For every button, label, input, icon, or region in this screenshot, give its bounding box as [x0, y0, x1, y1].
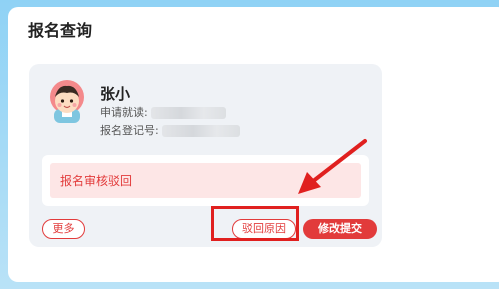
highlight-box — [211, 206, 299, 241]
avatar-icon — [50, 80, 84, 123]
registration-number-label: 报名登记号: — [100, 124, 159, 137]
registration-number-value-redacted — [161, 125, 240, 137]
apply-school-line: 申请就读: — [100, 104, 226, 120]
pointer-arrow-icon — [298, 139, 367, 194]
more-button[interactable]: 更多 — [42, 219, 85, 239]
apply-school-label: 申请就读: — [100, 106, 148, 119]
apply-school-value-redacted — [150, 107, 226, 119]
registration-number-line: 报名登记号: — [100, 122, 240, 138]
modify-submit-button[interactable]: 修改提交 — [303, 219, 377, 239]
student-name: 张小 — [100, 85, 131, 103]
page-title: 报名查询 — [28, 21, 93, 40]
status-text: 报名审核驳回 — [60, 174, 133, 188]
